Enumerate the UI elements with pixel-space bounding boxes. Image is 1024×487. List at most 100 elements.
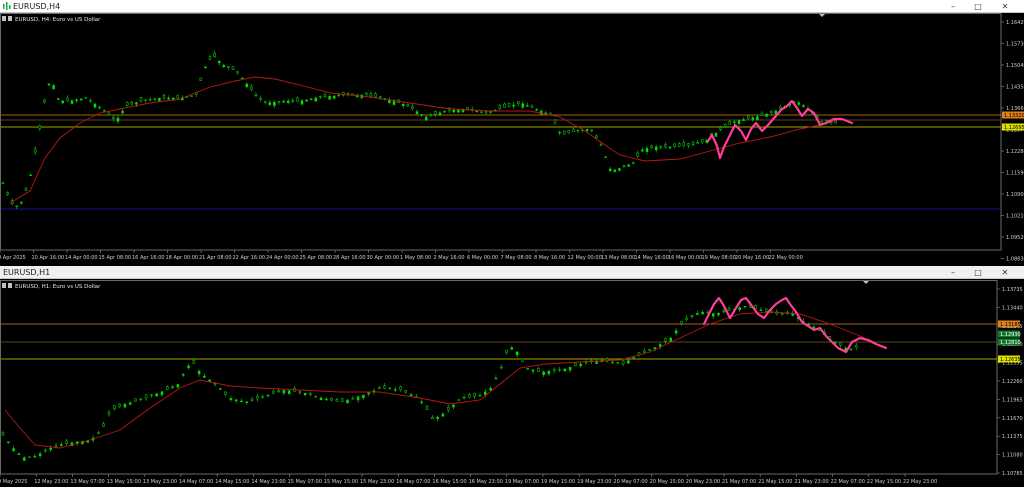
candle-body: [158, 97, 161, 102]
candle-body: [365, 92, 368, 96]
x-axis-label: 20 May 15:00: [650, 479, 684, 485]
candle-body: [780, 312, 784, 315]
candle-body: [484, 111, 488, 114]
x-axis-label: 18 Apr 00:00: [166, 255, 199, 261]
candle-body: [553, 119, 557, 124]
candle-body: [208, 379, 211, 382]
candle-body: [236, 71, 239, 74]
window-titlebar-h4[interactable]: EURUSD,H4 – □ ✕: [0, 0, 1024, 13]
candle-body: [756, 116, 759, 121]
candle-body: [714, 132, 718, 137]
candle-body: [839, 342, 842, 346]
candle-body: [176, 384, 180, 388]
x-axis-label: 13 May 07:00: [70, 479, 104, 485]
x-axis-label: 20 May 16:00: [735, 255, 769, 261]
x-axis-label: 13 May 08:00: [601, 255, 635, 261]
timeframe-icon: [8, 283, 12, 288]
x-axis-label: 19 May 23:00: [577, 479, 611, 485]
x-axis-label: 13 May 23:00: [143, 479, 177, 485]
candle-body: [335, 399, 339, 402]
candle-body: [526, 368, 529, 370]
candle-body: [742, 119, 745, 121]
minimize-icon[interactable]: –: [943, 266, 963, 279]
y-axis-label: 1.13735: [1002, 287, 1023, 293]
window-title: EURUSD,H1: [3, 268, 51, 277]
candle-body: [631, 162, 635, 164]
candle-body: [98, 106, 101, 109]
candle-body: [61, 100, 65, 104]
x-axis-label: 20 May 07:00: [613, 479, 647, 485]
candle-body: [608, 168, 612, 172]
candle-body: [107, 411, 111, 415]
x-axis-label: 2 May 16:00: [434, 255, 465, 261]
candle-body: [691, 142, 695, 145]
x-axis-label: 15 May 23:00: [360, 479, 394, 485]
candle-body: [574, 362, 577, 366]
candle-body: [378, 96, 382, 99]
candle-body: [135, 102, 138, 105]
candle-body: [166, 386, 169, 390]
candle-body: [700, 139, 704, 143]
candle-body: [728, 121, 732, 125]
candle-body: [325, 398, 328, 401]
candle-body: [568, 367, 572, 371]
price-chart-h1[interactable]: EURUSD, H1: Euro vs US Dollar 1.13735 1.13…: [0, 280, 1024, 487]
candle-body: [240, 77, 244, 80]
window-titlebar-h1[interactable]: EURUSD,H1 – □ ✕: [0, 266, 1024, 279]
candle-body: [434, 111, 437, 115]
candle-body: [717, 313, 720, 316]
restore-icon[interactable]: □: [968, 266, 988, 279]
x-axis-label: 14 May 15:00: [215, 479, 249, 485]
candle-body: [515, 351, 519, 356]
price-chart-h4[interactable]: EURUSD, H4: Euro vs US Dollar 1.16420 1.15…: [0, 13, 1024, 262]
x-axis-label: 1 May 08:00: [400, 255, 431, 261]
restore-icon[interactable]: □: [968, 0, 988, 13]
candle-body: [47, 83, 51, 86]
candle-body: [473, 393, 476, 397]
candle-body: [245, 83, 249, 88]
candle-body: [49, 447, 52, 451]
x-axis-label: 19 May 07:00: [505, 479, 539, 485]
candle-body: [643, 350, 646, 353]
candle-body: [204, 66, 207, 68]
candle-body: [213, 52, 216, 57]
candle-body: [277, 390, 280, 392]
candle-body: [392, 101, 396, 105]
close-icon[interactable]: ✕: [995, 266, 1015, 279]
candle-body: [723, 123, 727, 128]
x-axis-label: 14 Apr 00:00: [65, 255, 98, 261]
candle-body: [227, 66, 230, 68]
y-axis-label: 1.11080: [1002, 453, 1023, 459]
candle-body: [323, 94, 327, 97]
candle-body: [203, 376, 206, 378]
x-axis-label: 13 May 15:00: [107, 479, 141, 485]
candle-body: [112, 116, 115, 119]
candle-body: [682, 142, 686, 147]
candle-body: [429, 114, 433, 116]
candle-body: [572, 128, 575, 132]
candle-body: [272, 390, 275, 394]
candle-body: [436, 416, 439, 419]
x-axis-label: 16 May 23:00: [469, 479, 503, 485]
candle-body: [153, 98, 157, 100]
price-tag-label: 1.12930: [1000, 332, 1021, 338]
y-axis-label: 1.15040: [1006, 63, 1024, 69]
candle-body: [155, 393, 158, 397]
x-axis-label: 9 Apr 2025: [0, 255, 26, 261]
candle-body: [282, 100, 285, 103]
candle-body: [542, 371, 545, 376]
candle-body: [401, 103, 405, 106]
x-axis-label: 22 May 23:00: [903, 479, 937, 485]
candle-body: [621, 360, 625, 365]
candle-body: [558, 131, 561, 134]
candle-body: [123, 404, 127, 408]
candle-body: [33, 455, 37, 458]
candle-body: [97, 432, 100, 434]
close-icon[interactable]: ✕: [995, 0, 1015, 13]
candle-body: [29, 174, 32, 177]
candle-body: [531, 369, 535, 372]
candle-body: [118, 403, 121, 407]
candle-body: [468, 394, 471, 398]
candle-body: [494, 377, 498, 380]
minimize-icon[interactable]: –: [943, 0, 963, 13]
